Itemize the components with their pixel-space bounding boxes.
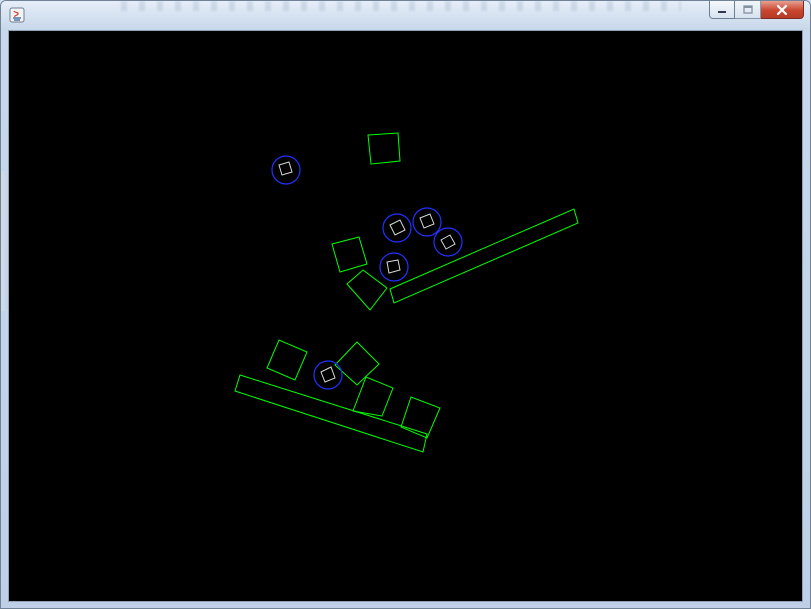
title-bar-background bbox=[121, 1, 681, 11]
close-icon bbox=[776, 4, 788, 15]
close-button[interactable] bbox=[761, 1, 804, 19]
minimize-button[interactable] bbox=[709, 1, 735, 19]
minimize-icon bbox=[718, 10, 726, 13]
maximize-button[interactable] bbox=[735, 1, 761, 19]
title-bar[interactable] bbox=[1, 1, 810, 30]
maximize-icon bbox=[742, 4, 753, 14]
simulation-frame bbox=[8, 30, 803, 602]
java-icon[interactable] bbox=[9, 7, 25, 23]
window-controls bbox=[709, 1, 804, 19]
left-edge-highlight bbox=[1, 171, 5, 311]
physics-canvas[interactable] bbox=[9, 31, 802, 601]
app-window bbox=[0, 0, 811, 609]
